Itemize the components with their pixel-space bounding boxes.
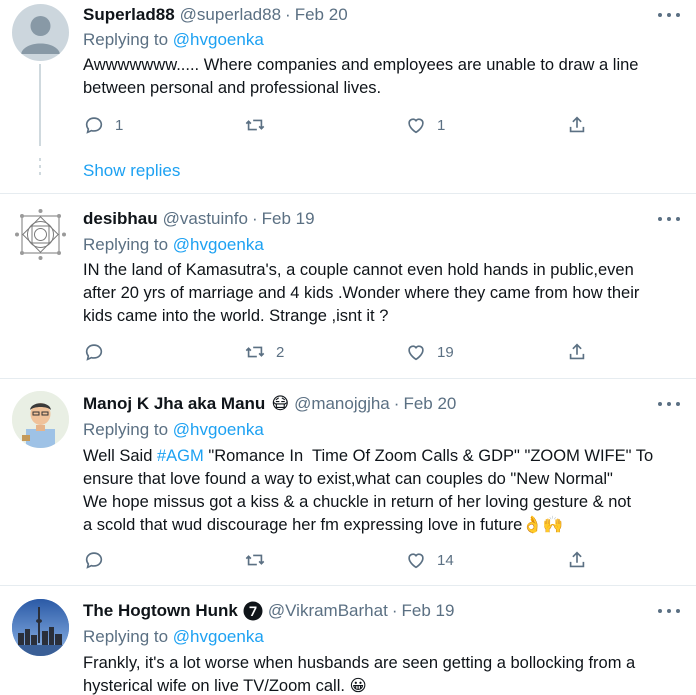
tweet-text-line: hysterical wife on live TV/Zoom call. 😀 [83,677,367,695]
separator: · [285,5,291,24]
text-segment: Well Said [83,447,157,465]
thread-line [39,64,41,146]
tweet-text-line: Frankly, it's a lot worse when husbands … [83,654,636,672]
tweet-vikrambarhat[interactable]: The Hogtown Hunk @VikramBarhat · Feb 19 … [0,586,696,695]
retweet-icon [245,119,265,131]
replying-to: Replying to @hvgoenka [83,627,264,647]
like-icon [408,345,424,361]
tweet-header: Manoj K Jha aka Manu 😷 @manojgjha · Feb … [83,394,456,414]
like-count: 19 [437,343,454,361]
like-icon [408,553,424,569]
reply-button[interactable]: 1 [83,114,123,136]
retweet-icon [245,554,265,566]
retweet-icon [245,346,265,358]
user-name[interactable]: Superlad88 [83,5,175,25]
reply-icon [85,117,103,134]
tweet-text: Frankly, it's a lot worse when husbands … [83,652,688,695]
like-count: 14 [437,551,454,569]
more-icon[interactable] [658,7,680,23]
tweet-text-line: between personal and professional lives. [83,79,382,97]
avatar-city-skyline-icon[interactable] [12,599,69,656]
tweet-text: IN the land of Kamasutra's, a couple can… [83,259,688,328]
share-button[interactable] [566,114,588,136]
tweet-manojgjha[interactable]: Manoj K Jha aka Manu 😷 @manojgjha · Feb … [0,379,696,585]
tweet-desibhau[interactable]: desibhau @vastuinfo · Feb 19 Replying to… [0,194,696,378]
tweet-actions: 2 19 [83,341,603,363]
replying-to-label: Replying to [83,420,169,439]
share-button[interactable] [566,549,588,571]
replying-to: Replying to @hvgoenka [83,420,264,440]
tweet-date[interactable]: Feb 20 [295,5,348,25]
replying-to-label: Replying to [83,30,169,49]
share-icon [569,116,585,133]
tweet-date[interactable]: Feb 19 [262,209,315,229]
separator: · [391,601,398,620]
avatar-cartoon-man-icon[interactable] [12,391,69,448]
mention-link[interactable]: @hvgoenka [173,627,264,646]
text-segment: "Romance In Time Of Zoom Calls & GDP" "Z… [203,447,654,465]
hashtag-link[interactable]: #AGM [157,447,204,465]
tweet-text-line: kids came into the world. Strange ,isnt … [83,307,389,325]
retweet-button[interactable]: 2 [244,341,284,363]
reply-icon [85,552,103,569]
share-icon [569,343,585,360]
tweet-text-line: Awwwwwww..... Where companies and employ… [83,56,639,74]
like-button[interactable]: 19 [405,341,454,363]
user-handle[interactable]: @vastuinfo [163,209,248,229]
retweet-button[interactable] [244,114,276,136]
user-handle[interactable]: @superlad88 [180,5,281,25]
tweet-text-line: IN the land of Kamasutra's, a couple can… [83,261,634,279]
like-button[interactable]: 1 [405,114,445,136]
separator: · [393,394,400,413]
replying-to: Replying to @hvgoenka [83,235,264,255]
reply-button[interactable] [83,549,115,571]
tweet-header: The Hogtown Hunk @VikramBarhat · Feb 19 [83,601,454,621]
tweet-header: Superlad88 @superlad88 · Feb 20 [83,5,348,25]
like-icon [408,118,424,134]
tweet-text-line: We hope missus got a kiss & a chuckle in… [83,493,632,511]
user-name[interactable]: The Hogtown Hunk [83,601,238,621]
tweet-actions: 14 [83,549,603,571]
share-icon [569,551,585,568]
user-name[interactable]: Manoj K Jha aka Manu [83,394,265,414]
reply-icon [85,344,103,361]
replying-to-label: Replying to [83,235,169,254]
reply-count: 1 [115,116,124,134]
tweet-text-line: Well Said #AGM "Romance In Time Of Zoom … [83,445,688,468]
tweet-date[interactable]: Feb 20 [403,394,456,414]
separator: · [251,209,258,228]
avatar-mandala-icon[interactable] [12,206,69,263]
retweet-button[interactable] [244,549,276,571]
mention-link[interactable]: @hvgoenka [173,30,264,49]
more-icon[interactable] [658,603,680,619]
tweet-text: Awwwwwww..... Where companies and employ… [83,54,688,100]
replying-to-label: Replying to [83,627,169,646]
like-count: 1 [437,116,446,134]
thread-dots [39,158,41,179]
replying-to: Replying to @hvgoenka [83,30,264,50]
verified-7-badge-icon [243,601,263,621]
share-button[interactable] [566,341,588,363]
retweet-count: 2 [276,343,285,361]
more-icon[interactable] [658,396,680,412]
mention-link[interactable]: @hvgoenka [173,420,264,439]
avatar-default-icon[interactable] [12,4,69,61]
show-replies-link[interactable]: Show replies [83,161,180,181]
tweet-text-line: after 20 yrs of marriage and 4 kids .Won… [83,284,640,302]
user-name[interactable]: desibhau [83,209,158,229]
user-handle[interactable]: @VikramBarhat [268,601,388,621]
tweet-text: Well Said #AGM "Romance In Time Of Zoom … [83,445,688,537]
tweet-text-line: a scold that wud discourage her fm expre… [83,516,564,534]
tweet-header: desibhau @vastuinfo · Feb 19 [83,209,315,229]
mention-link[interactable]: @hvgoenka [173,235,264,254]
user-handle[interactable]: @manojgjha [294,394,390,414]
like-button[interactable]: 14 [405,549,454,571]
tweet-text-line: ensure that love found a way to exist,wh… [83,470,613,488]
name-emoji-icon: 😷 [271,394,290,413]
tweet-superlad88[interactable]: Superlad88 @superlad88 · Feb 20 Replying… [0,0,696,193]
tweet-actions: 1 1 [83,114,603,136]
reply-button[interactable] [83,341,115,363]
tweet-date[interactable]: Feb 19 [401,601,454,621]
more-icon[interactable] [658,211,680,227]
